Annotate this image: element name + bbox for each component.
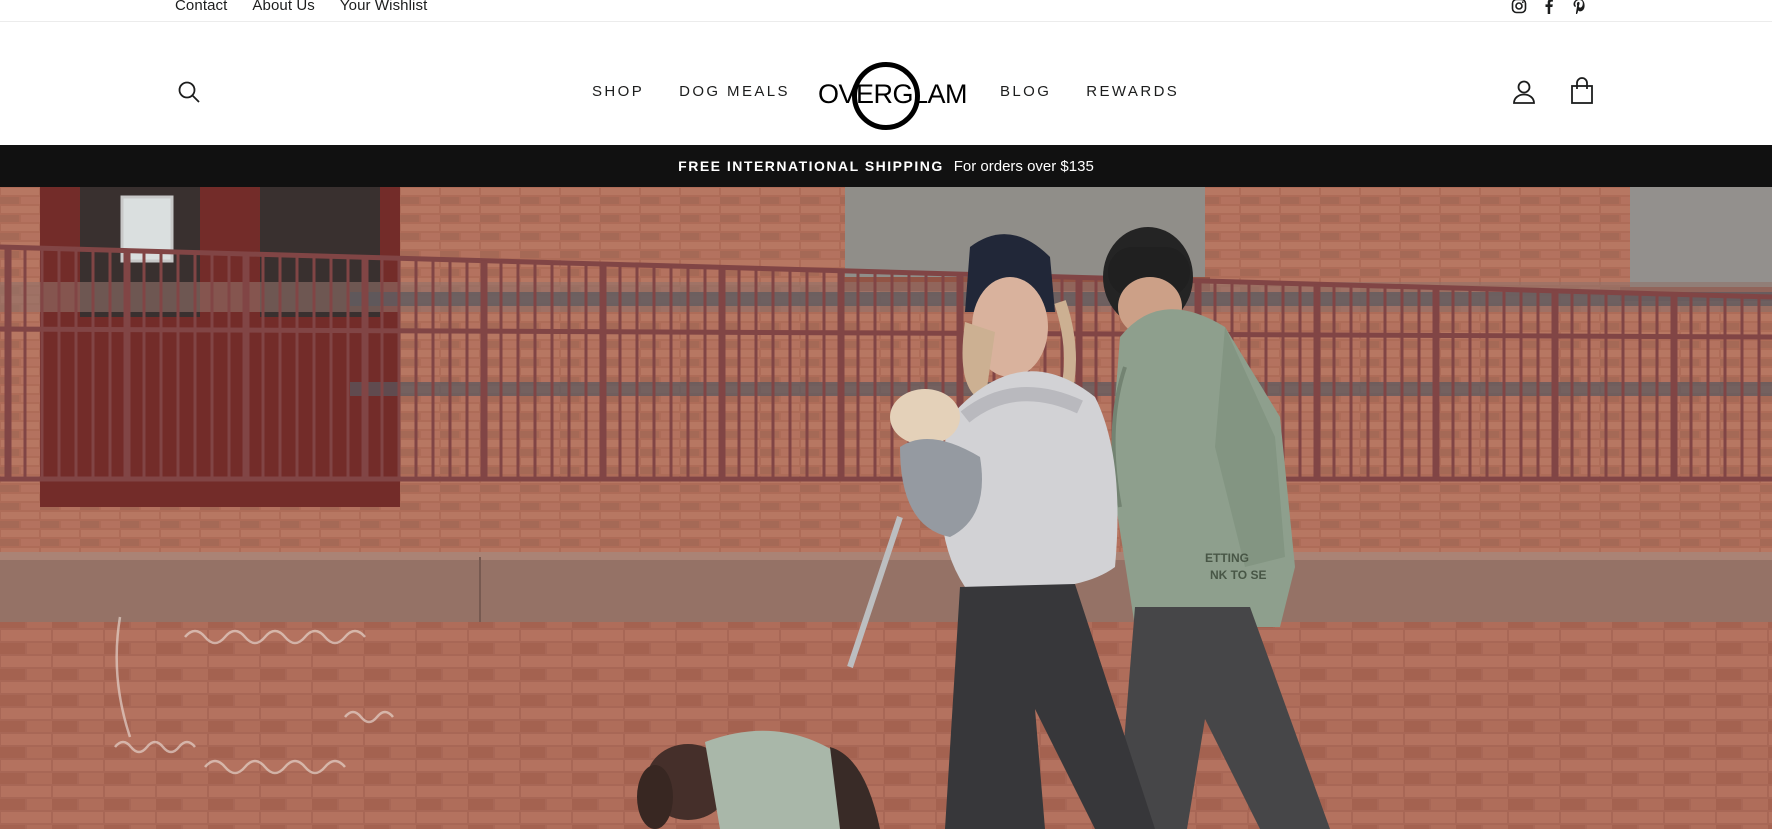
announcement-text: For orders over $135 xyxy=(953,157,1094,175)
site-header: SHOP DOG MEALS OVERGLAM BLOG REWARDS xyxy=(0,23,1772,145)
instagram-icon[interactable] xyxy=(1511,0,1527,14)
logo-text: OVERGLAM xyxy=(818,79,968,109)
nav-dog-meals[interactable]: DOG MEALS xyxy=(679,83,790,100)
main-nav-right: BLOG REWARDS xyxy=(1000,83,1179,100)
nav-blog[interactable]: BLOG xyxy=(1000,83,1051,100)
about-us-link[interactable]: About Us xyxy=(252,0,315,14)
utility-links: Contact About Us Your Wishlist xyxy=(175,0,427,14)
contact-link[interactable]: Contact xyxy=(175,0,227,14)
announcement-strong: FREE INTERNATIONAL SHIPPING xyxy=(678,158,944,174)
nav-shop[interactable]: SHOP xyxy=(592,83,644,100)
hero-banner[interactable]: // railing bars drawn below by script xyxy=(0,187,1772,829)
search-icon[interactable] xyxy=(177,80,201,104)
wishlist-link[interactable]: Your Wishlist xyxy=(340,0,427,14)
site-logo[interactable]: OVERGLAM xyxy=(818,57,968,133)
main-nav-left: SHOP DOG MEALS xyxy=(592,83,790,100)
nav-rewards[interactable]: REWARDS xyxy=(1086,83,1179,100)
pinterest-icon[interactable] xyxy=(1571,0,1587,16)
announcement-bar[interactable]: FREE INTERNATIONAL SHIPPING For orders o… xyxy=(0,145,1772,187)
hero-image: // railing bars drawn below by script ET… xyxy=(0,187,1772,829)
social-links xyxy=(1511,0,1587,16)
utility-bar: Contact About Us Your Wishlist xyxy=(0,0,1772,22)
cart-icon[interactable] xyxy=(1570,77,1594,105)
facebook-icon[interactable] xyxy=(1541,0,1557,14)
account-icon[interactable] xyxy=(1512,79,1536,105)
